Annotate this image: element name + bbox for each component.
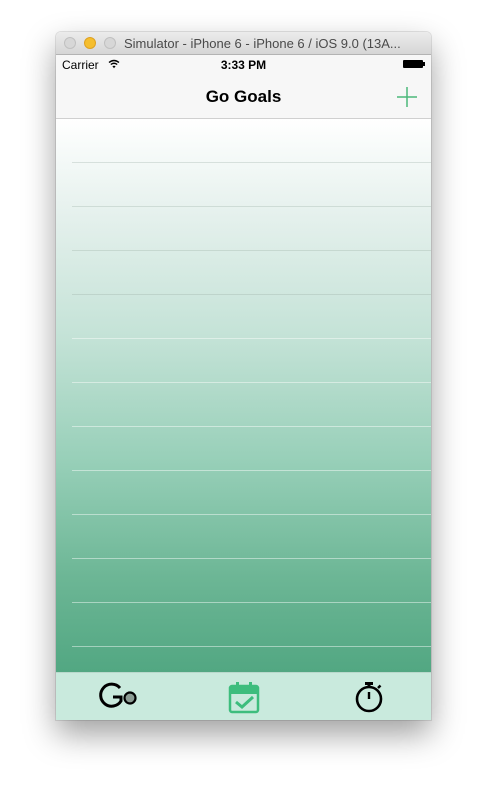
tab-bar [56, 672, 431, 720]
goal-row[interactable] [56, 251, 431, 295]
tab-timer[interactable] [349, 679, 389, 715]
goal-row[interactable] [56, 207, 431, 251]
iphone-screen: Carrier 3:33 PM Go Goals [56, 55, 431, 720]
goal-row[interactable] [56, 603, 431, 647]
zoom-window-button[interactable] [104, 37, 116, 49]
goal-row[interactable] [56, 427, 431, 471]
goal-row[interactable] [56, 471, 431, 515]
goal-row[interactable] [56, 383, 431, 427]
window-title-bar[interactable]: Simulator - iPhone 6 - iPhone 6 / iOS 9.… [56, 32, 431, 55]
goal-row[interactable] [56, 339, 431, 383]
close-window-button[interactable] [64, 37, 76, 49]
status-bar: Carrier 3:33 PM [56, 55, 431, 75]
goal-row[interactable] [56, 647, 431, 672]
calendar-check-icon [228, 682, 260, 714]
goal-row[interactable] [56, 559, 431, 603]
simulator-window: Simulator - iPhone 6 - iPhone 6 / iOS 9.… [56, 32, 431, 720]
tab-goals[interactable] [98, 679, 138, 715]
page-title: Go Goals [205, 87, 282, 106]
tab-calendar[interactable] [224, 679, 264, 715]
goal-row[interactable] [56, 515, 431, 559]
status-time: 3:33 PM [220, 58, 267, 72]
plus-icon [397, 87, 417, 107]
minimize-window-button[interactable] [84, 37, 96, 49]
go-goals-icon [99, 682, 137, 708]
goal-row[interactable] [56, 295, 431, 339]
goal-row[interactable] [56, 163, 431, 207]
window-title: Simulator - iPhone 6 - iPhone 6 / iOS 9.… [124, 36, 401, 51]
navigation-bar: Go Goals [56, 75, 431, 119]
battery-icon [403, 60, 425, 68]
goals-list[interactable] [56, 119, 431, 672]
stopwatch-icon [355, 682, 383, 713]
add-goal-button[interactable] [393, 83, 421, 111]
goal-row[interactable] [56, 119, 431, 163]
